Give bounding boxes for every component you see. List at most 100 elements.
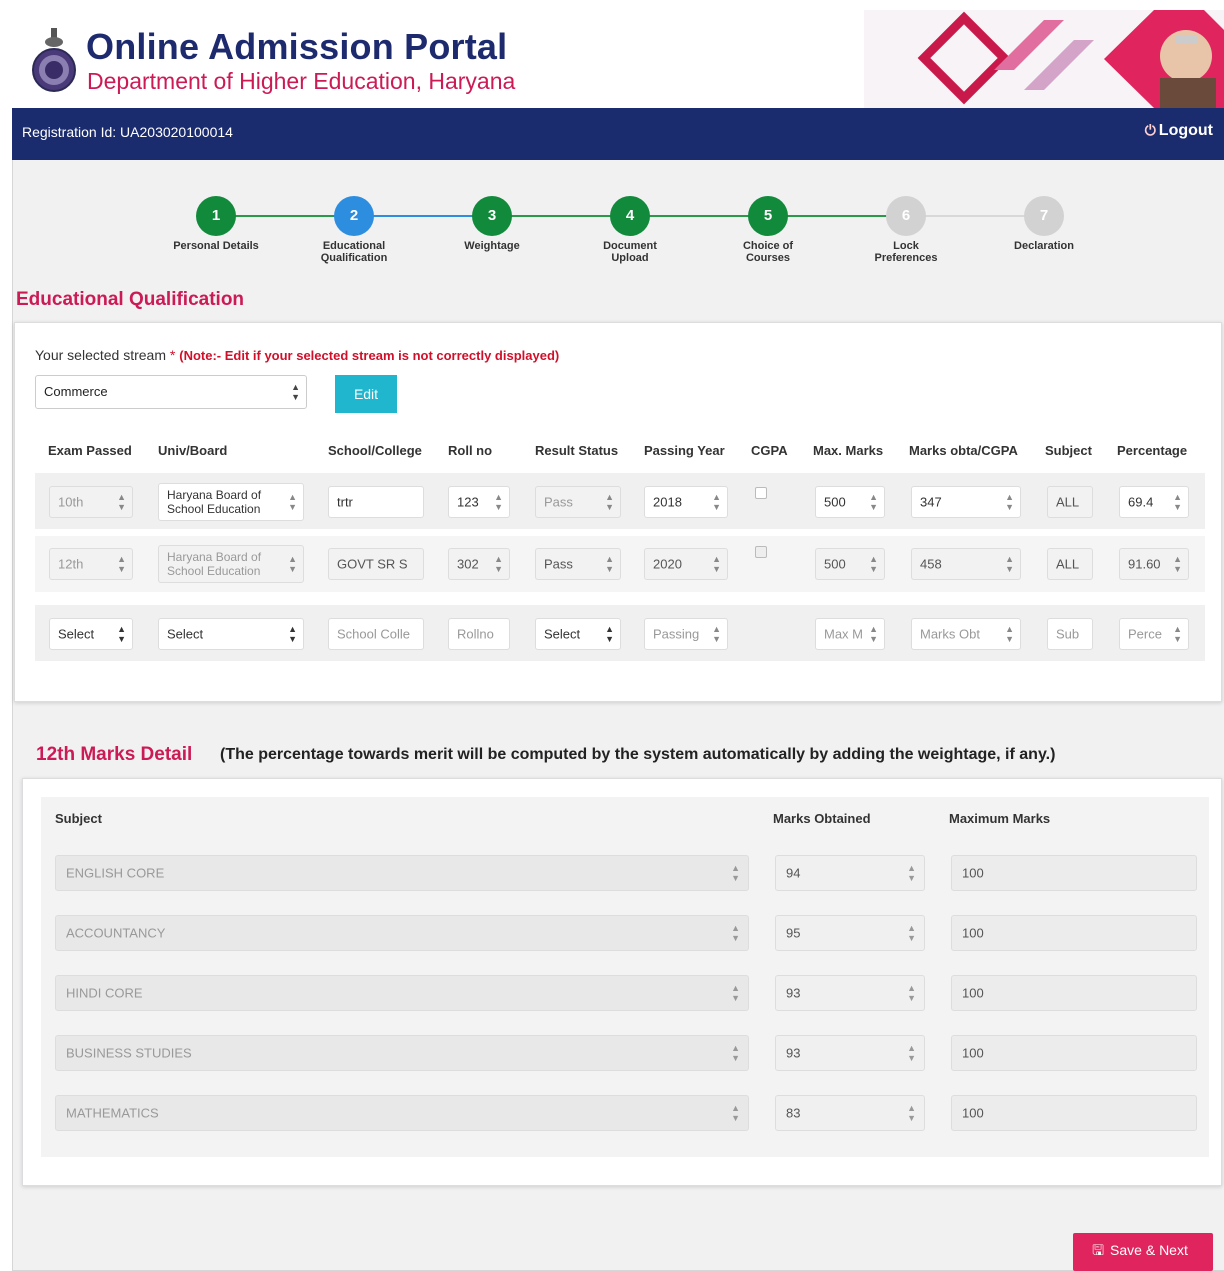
cell-value: trtr <box>337 494 353 510</box>
obtained-value: 93 <box>786 1045 801 1061</box>
progress-steps: 1 Personal Details 2 Educational Qualifi… <box>160 196 1080 276</box>
subject-input[interactable]: ALL <box>1047 486 1093 518</box>
marks-obtained-input[interactable]: 458 ▲ ▼ <box>911 548 1021 580</box>
subject-select[interactable]: ENGLISH CORE ▲ ▼ <box>55 855 749 891</box>
year-input[interactable]: 2018 ▲ ▼ <box>644 486 728 518</box>
col-cgpa: CGPA <box>751 443 788 458</box>
exam-select[interactable]: 12th ▲ ▼ <box>49 548 133 580</box>
board-select[interactable]: Haryana Board of School Education ▲ ▼ <box>158 483 304 521</box>
marks-obtained-input[interactable]: 95 ▲ ▼ <box>775 915 925 951</box>
step-number: 3 <box>472 196 512 236</box>
year-input[interactable]: 2020 ▲ ▼ <box>644 548 728 580</box>
spinner-icon: ▲ ▼ <box>494 554 503 574</box>
select-arrows-icon: ▲ ▼ <box>117 624 126 644</box>
cell-value: Haryana Board of School Education <box>167 488 262 516</box>
school-input[interactable]: School Colle <box>328 618 424 650</box>
result-select[interactable]: Select ▲ ▼ <box>535 618 621 650</box>
subject-select[interactable]: HINDI CORE ▲ ▼ <box>55 975 749 1011</box>
edit-stream-button[interactable]: Edit <box>335 375 397 413</box>
cell-value: 302 <box>457 556 479 572</box>
result-select[interactable]: Pass ▲ ▼ <box>535 486 621 518</box>
spinner-icon: ▲ ▼ <box>907 1103 916 1123</box>
board-select[interactable]: Select ▲ ▼ <box>158 618 304 650</box>
marks-heading: 12th Marks Detail <box>36 744 193 765</box>
roll-input[interactable]: 123 ▲ ▼ <box>448 486 510 518</box>
subject-select[interactable]: BUSINESS STUDIES ▲ ▼ <box>55 1035 749 1071</box>
marks-obtained-input[interactable]: 93 ▲ ▼ <box>775 1035 925 1071</box>
logout-label: Logout <box>1158 122 1213 139</box>
step-declaration[interactable]: 7 Declaration <box>979 196 1109 252</box>
select-arrows-icon: ▲ ▼ <box>731 983 740 1003</box>
step-number: 5 <box>748 196 788 236</box>
step-weightage[interactable]: 3 Weightage <box>427 196 557 252</box>
subject-select[interactable]: MATHEMATICS ▲ ▼ <box>55 1095 749 1131</box>
spinner-icon: ▲ ▼ <box>1005 492 1014 512</box>
subject-input[interactable]: ALL <box>1047 548 1093 580</box>
registration-bar: Registration Id: UA203020100014 ⏻ Logout <box>12 108 1224 160</box>
logout-link[interactable]: ⏻ Logout <box>1145 122 1216 140</box>
roll-input[interactable]: Rollno <box>448 618 510 650</box>
save-next-button[interactable]: 🖫 Save & Next <box>1073 1233 1213 1271</box>
max-marks-input[interactable]: Max M ▲ ▼ <box>815 618 885 650</box>
percentage-input[interactable]: Perce ▲ ▼ <box>1119 618 1189 650</box>
subject-select[interactable]: ACCOUNTANCY ▲ ▼ <box>55 915 749 951</box>
max-marks-input[interactable]: 500 ▲ ▼ <box>815 548 885 580</box>
subject-value: BUSINESS STUDIES <box>66 1045 192 1061</box>
maximum-marks-input[interactable]: 100 <box>951 975 1197 1011</box>
step-choice-of-courses[interactable]: 5 Choice of Courses <box>703 196 833 264</box>
cell-value: 2018 <box>653 494 682 510</box>
marks-obtained-input[interactable]: 83 ▲ ▼ <box>775 1095 925 1131</box>
marks-obtained-input[interactable]: 94 ▲ ▼ <box>775 855 925 891</box>
select-arrows-icon: ▲ ▼ <box>117 492 126 512</box>
subject-input[interactable]: Sub <box>1047 618 1093 650</box>
table-row: 12th ▲ ▼ Haryana Board of School Education… <box>35 536 1205 592</box>
spinner-icon: ▲ ▼ <box>869 492 878 512</box>
step-number: 2 <box>334 196 374 236</box>
exam-select[interactable]: Select ▲ ▼ <box>49 618 133 650</box>
maximum-marks-input[interactable]: 100 <box>951 1095 1197 1131</box>
max-marks-input[interactable]: 500 ▲ ▼ <box>815 486 885 518</box>
step-label: Document Upload <box>603 240 657 264</box>
marks-row: HINDI CORE ▲ ▼ 93 ▲ ▼ 100 <box>41 965 1209 1025</box>
header-banner-decoration <box>864 10 1224 108</box>
year-input[interactable]: Passing ▲ ▼ <box>644 618 728 650</box>
exam-select[interactable]: 10th ▲ ▼ <box>49 486 133 518</box>
col-exam-passed: Exam Passed <box>48 443 132 458</box>
stream-label-text: Your selected stream <box>35 347 166 363</box>
cell-value: Pass <box>544 556 573 572</box>
cell-value: Select <box>58 626 95 642</box>
roll-input[interactable]: 302 ▲ ▼ <box>448 548 510 580</box>
maximum-marks-input[interactable]: 100 <box>951 915 1197 951</box>
cell-value: GOVT SR S <box>337 556 408 572</box>
select-arrows-icon: ▲ ▼ <box>117 554 126 574</box>
qualification-card: Your selected stream * (Note:- Edit if y… <box>14 322 1222 702</box>
cell-placeholder: Sub <box>1056 626 1080 642</box>
step-educational-qualification[interactable]: 2 Educational Qualification <box>289 196 419 264</box>
step-lock-preferences[interactable]: 6 Lock Preferences <box>841 196 971 264</box>
portal-subtitle: Department of Higher Education, Haryana <box>87 68 516 94</box>
school-input[interactable]: GOVT SR S <box>328 548 424 580</box>
table-row: 10th ▲ ▼ Haryana Board of School Education… <box>35 473 1205 529</box>
max-value: 100 <box>962 1045 984 1061</box>
board-select[interactable]: Haryana Board of School Education ▲ ▼ <box>158 545 304 583</box>
select-arrows-icon: ▲ ▼ <box>731 923 740 943</box>
marks-obtained-input[interactable]: Marks Obt ▲ ▼ <box>911 618 1021 650</box>
marks-obtained-input[interactable]: 93 ▲ ▼ <box>775 975 925 1011</box>
col-subject: Subject <box>55 811 102 826</box>
cgpa-checkbox[interactable] <box>755 487 767 499</box>
stream-select[interactable]: Commerce ▲ ▼ <box>35 375 307 409</box>
registration-id: Registration Id: UA203020100014 <box>22 124 233 140</box>
step-personal-details[interactable]: 1 Personal Details <box>151 196 281 252</box>
result-select[interactable]: Pass ▲ ▼ <box>535 548 621 580</box>
maximum-marks-input[interactable]: 100 <box>951 1035 1197 1071</box>
cell-value: 91.60 <box>1128 556 1161 572</box>
step-label: Personal Details <box>173 240 259 252</box>
school-input[interactable]: trtr <box>328 486 424 518</box>
cgpa-checkbox[interactable] <box>755 546 767 558</box>
select-arrows-icon: ▲ ▼ <box>605 554 614 574</box>
step-document-upload[interactable]: 4 Document Upload <box>565 196 695 264</box>
percentage-input[interactable]: 69.4 ▲ ▼ <box>1119 486 1189 518</box>
maximum-marks-input[interactable]: 100 <box>951 855 1197 891</box>
percentage-input[interactable]: 91.60 ▲ ▼ <box>1119 548 1189 580</box>
marks-obtained-input[interactable]: 347 ▲ ▼ <box>911 486 1021 518</box>
